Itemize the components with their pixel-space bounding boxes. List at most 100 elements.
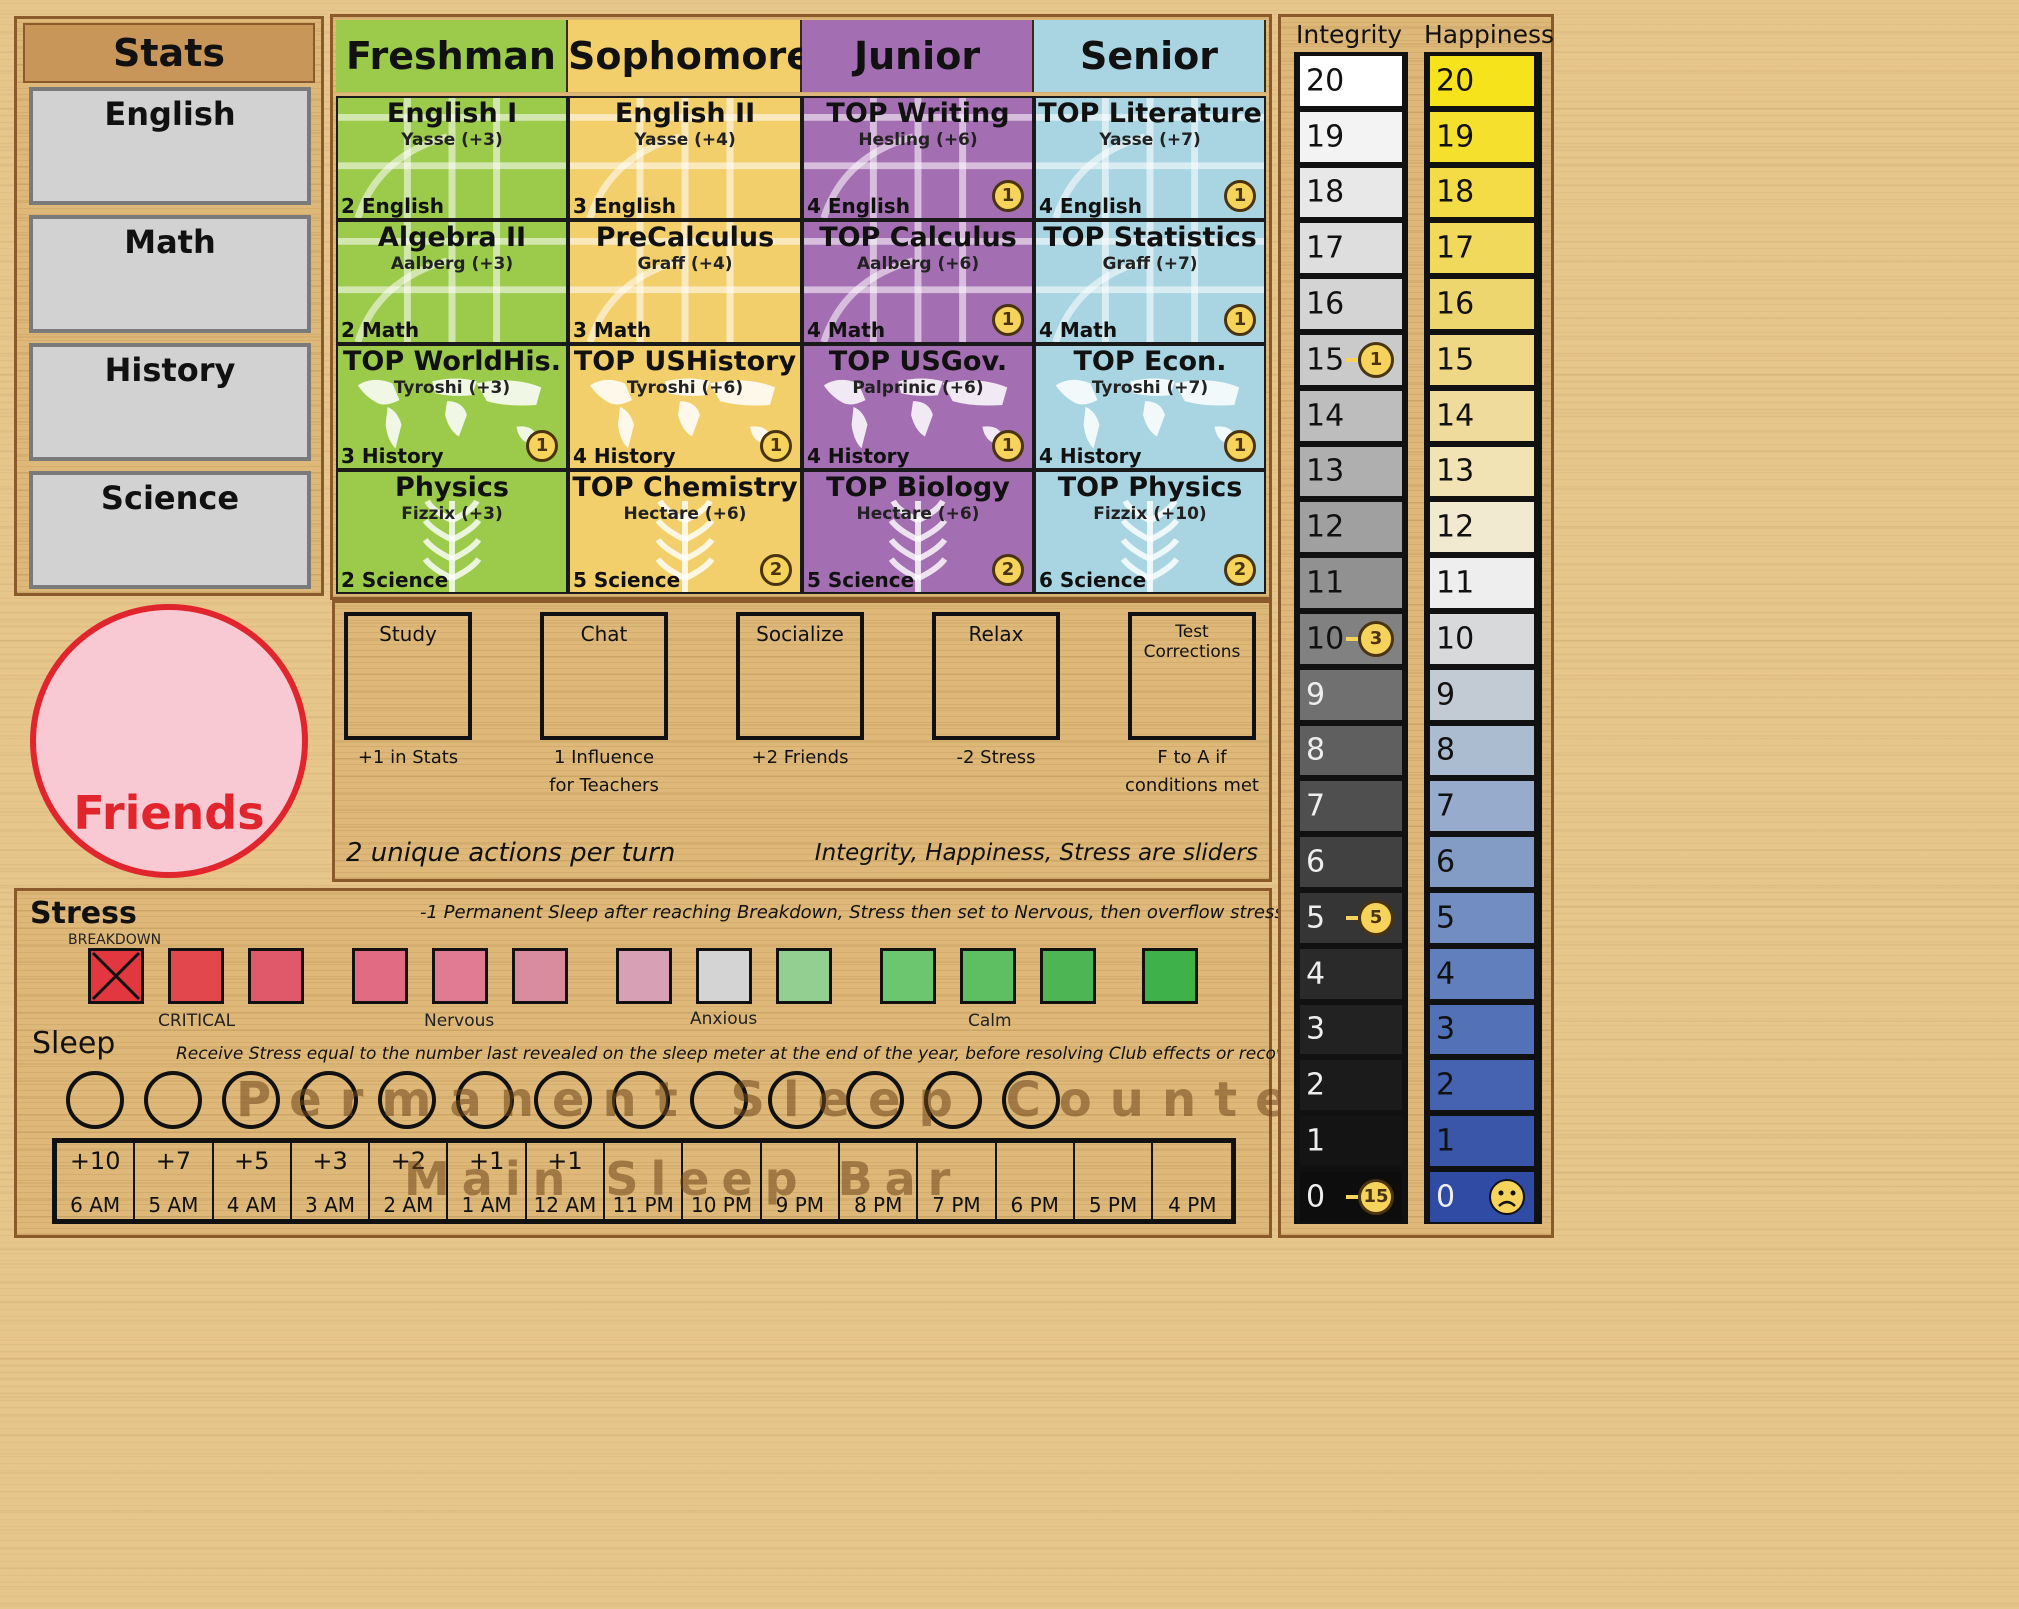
action-slot-study[interactable]: Study: [344, 612, 472, 740]
happiness-value: 10: [1436, 621, 1475, 657]
integrity-cell-0[interactable]: 0 15: [1300, 1172, 1402, 1222]
integrity-cell-16[interactable]: 16: [1300, 279, 1402, 329]
course-card[interactable]: TOP Econ. Tyroshi (+7) 4 History 1: [1034, 344, 1266, 470]
sleep-counter-circle[interactable]: [66, 1071, 124, 1129]
integrity-cell-3[interactable]: 3: [1300, 1004, 1402, 1055]
integrity-cell-9[interactable]: 9: [1300, 669, 1402, 720]
happiness-cell-1[interactable]: 1: [1430, 1116, 1534, 1166]
course-card[interactable]: PreCalculus Graff (+4) 3 Math: [568, 220, 802, 344]
action-title: Relax: [968, 622, 1024, 646]
course-card[interactable]: TOP USGov. Palprinic (+6) 4 History 1: [802, 344, 1034, 470]
stat-box-math[interactable]: Math: [29, 215, 311, 333]
happiness-cell-0[interactable]: 0: [1430, 1172, 1534, 1222]
integrity-cell-10[interactable]: 10 3: [1300, 614, 1402, 664]
happiness-cell-16[interactable]: 16: [1430, 279, 1534, 329]
happiness-cell-10[interactable]: 10: [1430, 614, 1534, 664]
stress-box[interactable]: [1142, 948, 1198, 1004]
happiness-cell-18[interactable]: 18: [1430, 167, 1534, 218]
integrity-cell-19[interactable]: 19: [1300, 111, 1402, 162]
stat-box-history[interactable]: History: [29, 343, 311, 461]
integrity-cell-7[interactable]: 7: [1300, 781, 1402, 832]
course-card[interactable]: TOP Calculus Aalberg (+6) 4 Math 1: [802, 220, 1034, 344]
sleep-slot[interactable]: 6 PM: [997, 1143, 1075, 1219]
integrity-cell-1[interactable]: 1: [1300, 1116, 1402, 1166]
stat-box-english[interactable]: English: [29, 87, 311, 205]
stress-box[interactable]: [1040, 948, 1096, 1004]
stress-box[interactable]: [776, 948, 832, 1004]
sleep-slot[interactable]: +5 4 AM: [214, 1143, 292, 1219]
course-card[interactable]: TOP Physics Fizzix (+10) 6 Science 2: [1034, 470, 1266, 594]
happiness-cell-14[interactable]: 14: [1430, 390, 1534, 441]
action-slot-socialize[interactable]: Socialize: [736, 612, 864, 740]
sleep-slot[interactable]: +3 3 AM: [292, 1143, 371, 1219]
happiness-cell-8[interactable]: 8: [1430, 725, 1534, 776]
course-card[interactable]: TOP Statistics Graff (+7) 4 Math 1: [1034, 220, 1266, 344]
integrity-cell-4[interactable]: 4: [1300, 948, 1402, 999]
integrity-cell-2[interactable]: 2: [1300, 1060, 1402, 1111]
happiness-cell-4[interactable]: 4: [1430, 948, 1534, 999]
integrity-value: 16: [1306, 286, 1345, 322]
happiness-cell-15[interactable]: 15: [1430, 335, 1534, 385]
happiness-cell-7[interactable]: 7: [1430, 781, 1534, 832]
integrity-cell-14[interactable]: 14: [1300, 390, 1402, 441]
integrity-cell-18[interactable]: 18: [1300, 167, 1402, 218]
sleep-counter-circle[interactable]: [144, 1071, 202, 1129]
sleep-slot[interactable]: +7 5 AM: [135, 1143, 214, 1219]
course-card[interactable]: TOP WorldHis. Tyroshi (+3) 3 History 1: [336, 344, 568, 470]
happiness-cell-9[interactable]: 9: [1430, 669, 1534, 720]
happiness-cell-13[interactable]: 13: [1430, 446, 1534, 497]
stress-box[interactable]: [352, 948, 408, 1004]
happiness-cell-19[interactable]: 19: [1430, 111, 1534, 162]
sleep-slot[interactable]: 4 PM: [1153, 1143, 1231, 1219]
course-card[interactable]: TOP Biology Hectare (+6) 5 Science 2: [802, 470, 1034, 594]
integrity-cell-6[interactable]: 6: [1300, 837, 1402, 887]
stress-box[interactable]: [432, 948, 488, 1004]
token-connector: [1346, 1194, 1358, 1199]
actions-note-right: Integrity, Happiness, Stress are sliders: [814, 840, 1258, 866]
stats-panel: Stats English Math History Science: [14, 16, 324, 596]
integrity-cell-15[interactable]: 15 1: [1300, 335, 1402, 385]
stress-box[interactable]: [248, 948, 304, 1004]
happiness-cell-12[interactable]: 12: [1430, 502, 1534, 553]
stress-box[interactable]: [512, 948, 568, 1004]
integrity-cell-17[interactable]: 17: [1300, 223, 1402, 274]
integrity-cell-5[interactable]: 55: [1300, 893, 1402, 943]
action-slot-chat[interactable]: Chat: [540, 612, 668, 740]
happiness-cell-5[interactable]: 5: [1430, 893, 1534, 943]
stress-box[interactable]: [880, 948, 936, 1004]
course-name: PreCalculus: [595, 222, 775, 253]
stat-box-science[interactable]: Science: [29, 471, 311, 589]
happiness-cell-20[interactable]: 20: [1430, 56, 1534, 106]
integrity-cell-8[interactable]: 8: [1300, 725, 1402, 776]
happiness-cell-17[interactable]: 17: [1430, 223, 1534, 274]
integrity-cell-20[interactable]: 20: [1300, 56, 1402, 106]
course-card[interactable]: English I Yasse (+3) 2 English: [336, 96, 568, 220]
stress-box[interactable]: [88, 948, 144, 1004]
stress-box[interactable]: [616, 948, 672, 1004]
course-card[interactable]: TOP Chemistry Hectare (+6) 5 Science 2: [568, 470, 802, 594]
sleep-slot[interactable]: 5 PM: [1075, 1143, 1154, 1219]
happiness-value: 2: [1436, 1067, 1456, 1103]
happiness-cell-2[interactable]: 2: [1430, 1060, 1534, 1111]
course-card[interactable]: TOP Writing Hesling (+6) 4 English 1: [802, 96, 1034, 220]
integrity-cell-11[interactable]: 11: [1300, 558, 1402, 608]
action-slot-test-corrections[interactable]: Test Corrections: [1128, 612, 1256, 740]
integrity-cell-13[interactable]: 13: [1300, 446, 1402, 497]
integrity-cell-12[interactable]: 12: [1300, 502, 1402, 553]
happiness-cell-11[interactable]: 11: [1430, 558, 1534, 608]
course-card[interactable]: Algebra II Aalberg (+3) 2 Math: [336, 220, 568, 344]
stress-box[interactable]: [960, 948, 1016, 1004]
course-teacher: Hesling (+6): [858, 130, 978, 150]
action-slot-relax[interactable]: Relax: [932, 612, 1060, 740]
course-card[interactable]: English II Yasse (+4) 3 English: [568, 96, 802, 220]
course-card[interactable]: TOP USHistory Tyroshi (+6) 4 History 1: [568, 344, 802, 470]
happiness-cell-6[interactable]: 6: [1430, 837, 1534, 887]
friends-circle[interactable]: Friends: [30, 604, 308, 878]
happiness-cell-3[interactable]: 3: [1430, 1004, 1534, 1055]
course-card[interactable]: TOP Literature Yasse (+7) 4 English 1: [1034, 96, 1266, 220]
sleep-slot[interactable]: +10 6 AM: [57, 1143, 136, 1219]
stress-box[interactable]: [168, 948, 224, 1004]
stat-label-science: Science: [100, 479, 240, 517]
stress-box[interactable]: [696, 948, 752, 1004]
course-card[interactable]: Physics Fizzix (+3) 2 Science: [336, 470, 568, 594]
